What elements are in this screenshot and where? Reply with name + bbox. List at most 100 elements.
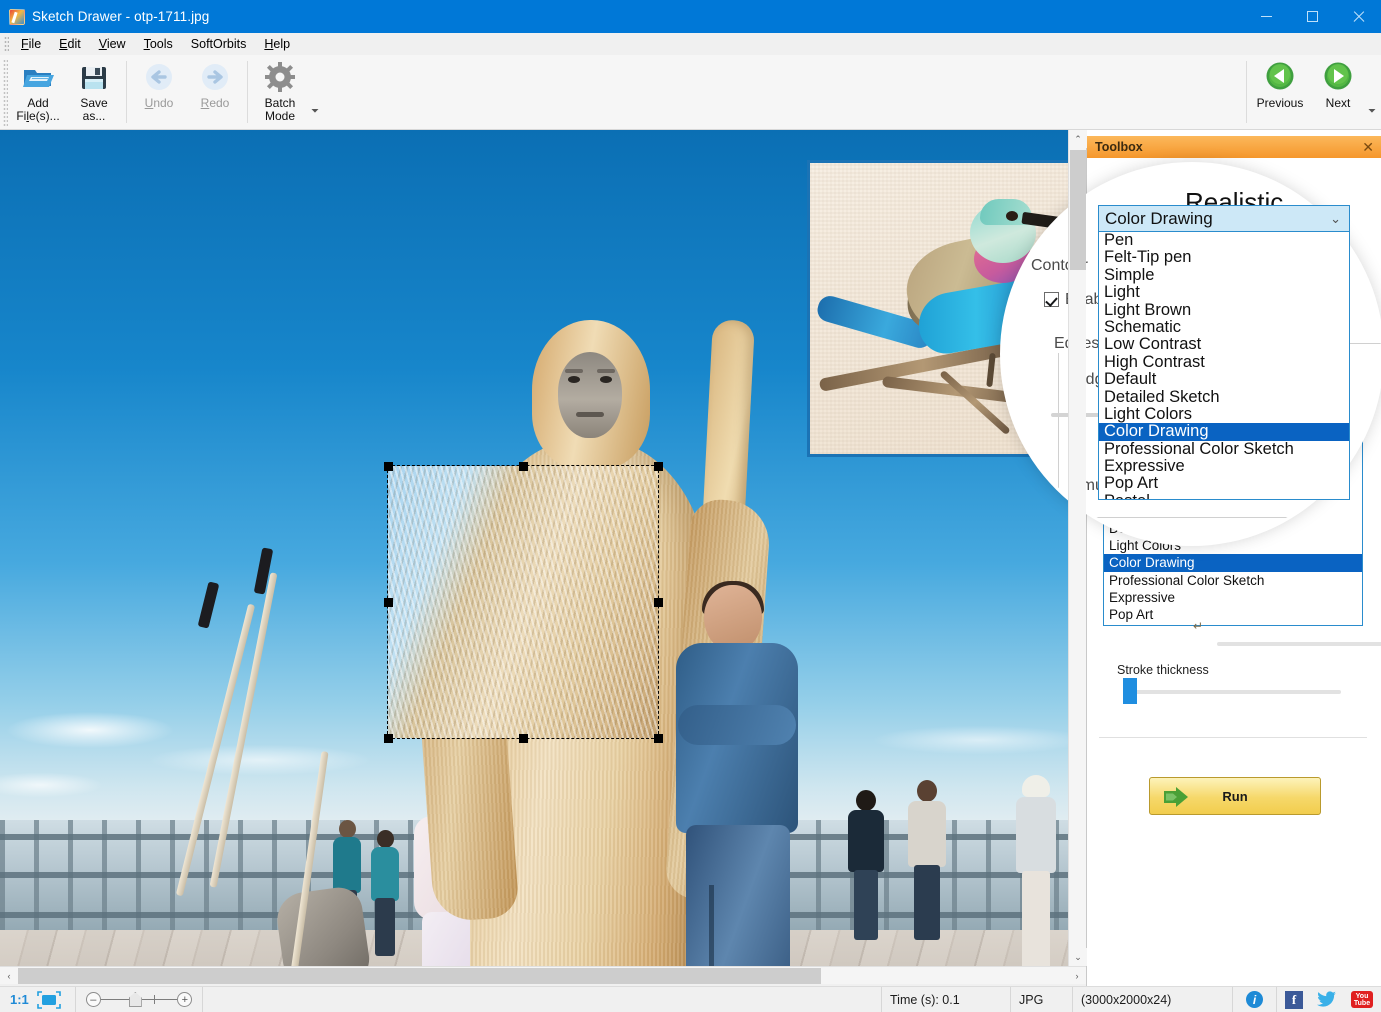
menu-grip[interactable] [4,36,9,52]
toolbar-grip[interactable] [3,59,8,127]
zoom-slider-knob[interactable] [128,992,142,1007]
selection-handle-ne[interactable] [654,462,663,471]
facebook-button[interactable]: f [1277,987,1307,1012]
toolbox-close-icon[interactable]: ✕ [1362,139,1374,156]
preset-option[interactable]: Light Brown [1099,301,1349,319]
preset-option[interactable]: Color Drawing [1099,422,1349,441]
menu-item-file[interactable]: FFileile [12,35,50,53]
face [558,352,622,438]
minimize-button[interactable] [1243,0,1289,33]
stroke-thickness-label: Stroke thickness [1117,663,1209,677]
next-arrow-icon [1321,61,1355,93]
selection-handle-nw[interactable] [384,462,393,471]
canvas-vertical-scrollbar[interactable]: ⌃ ⌄ [1068,130,1087,966]
facebook-icon: f [1285,990,1303,1009]
toolbar-separator-3 [1246,61,1247,123]
toolbar-nav-overflow[interactable]: ⏷ [1367,55,1381,125]
menu-item-edit[interactable]: Edit [50,35,90,53]
preset-option[interactable]: Low Contrast [1099,335,1349,353]
zoom-slider[interactable]: – + [76,986,204,1012]
undo-button[interactable]: Undo [131,55,187,127]
toolbar-overflow-button[interactable]: ⏷ [308,55,322,125]
fit-to-window-button[interactable] [35,986,76,1012]
preset-option[interactable]: Professional Color Sketch [1099,440,1349,458]
canvas-horizontal-scrollbar[interactable]: ‹ › [0,966,1086,984]
preset-option[interactable]: Expressive [1104,589,1362,606]
scroll-left-button[interactable]: ‹ [0,967,18,985]
menu-item-tools[interactable]: Tools [135,35,182,53]
enable-checkbox[interactable] [1044,292,1059,307]
preset-option[interactable]: Light [1099,283,1349,301]
batch-mode-button[interactable]: Batch Mode [252,55,308,127]
torso [333,837,361,893]
youtube-button[interactable]: You Tube [1347,987,1381,1012]
window-controls [1243,0,1381,33]
maximize-button[interactable] [1289,0,1335,33]
run-label: Run [1222,788,1248,804]
preset-option[interactable]: Professional Color Sketch [1104,572,1362,589]
close-button[interactable] [1335,0,1381,33]
preset-option[interactable]: Simple [1099,266,1349,284]
previous-button[interactable]: Previous [1251,55,1309,127]
stroke-thickness-thumb[interactable] [1123,678,1137,704]
legs [854,870,878,940]
save-as-label: Save as... [80,97,107,123]
preset-option[interactable]: Expressive [1099,457,1349,475]
status-bar: 1:1 – + Time (s): 0.1 JPG (3000x2000x24)… [0,986,1381,1012]
batch-mode-label: Batch Mode [265,97,296,123]
scroll-up-button[interactable]: ⌃ [1069,130,1087,148]
preset-option[interactable]: Detailed Sketch [1099,388,1349,406]
preset-option[interactable]: Default [1099,370,1349,388]
redo-button[interactable]: Redo [187,55,243,127]
green-arrow-icon [1164,787,1194,807]
head [704,585,762,651]
preset-option[interactable]: Pop Art [1104,606,1362,623]
magnified-preset-combobox[interactable]: Color Drawing ⌄ [1098,205,1350,232]
selection-handle-se[interactable] [654,734,663,743]
selection-handle-n[interactable] [519,462,528,471]
scroll-down-button[interactable]: ⌄ [1069,948,1087,966]
selection-handle-sw[interactable] [384,734,393,743]
menu-item-help[interactable]: Help [255,35,299,53]
preset-option[interactable]: High Contrast [1099,353,1349,371]
info-button[interactable]: i [1233,986,1277,1012]
selection-rectangle[interactable] [387,465,659,739]
add-files-label-1: Add [27,96,49,110]
selection-handle-s[interactable] [519,734,528,743]
preset-option[interactable]: Schematic [1099,318,1349,336]
horizontal-scroll-thumb[interactable] [18,968,821,984]
scroll-right-button[interactable]: › [1068,967,1086,985]
selection-handle-e[interactable] [654,598,663,607]
jeans-seam [709,885,714,966]
processing-time: Time (s): 0.1 [881,986,1011,1012]
preset-option[interactable]: Light Colors [1099,405,1349,423]
slider-track-detail[interactable] [1217,642,1381,646]
preset-option[interactable]: Pastel [1099,492,1349,499]
save-as-label-2: as... [82,109,106,123]
add-files-label: Add File(s)... [16,97,59,123]
preset-option[interactable]: Color Drawing [1104,554,1362,572]
run-button[interactable]: Run [1149,777,1321,815]
torso [908,801,946,867]
save-as-button[interactable]: Save as... [66,55,122,127]
toolbox-divider [1099,737,1367,738]
mouth [576,412,604,417]
menu-item-view[interactable]: View [90,35,135,53]
preset-option[interactable]: Pop Art [1099,475,1349,493]
vertical-scroll-thumb[interactable] [1070,150,1086,270]
previous-label: Previous [1256,96,1304,110]
image-format: JPG [1011,986,1073,1012]
stroke-thickness-track[interactable] [1131,690,1341,694]
zoom-in-button[interactable]: + [177,992,193,1007]
menu-item-softorbits[interactable]: SoftOrbits [182,35,256,53]
preset-option[interactable]: Felt-Tip pen [1099,248,1349,266]
magnified-preset-list[interactable]: Pen Felt-Tip pen Simple Light Light Brown Sch… [1098,232,1350,500]
youtube-line-2: Tube [1353,999,1371,1007]
add-files-button[interactable]: Add File(s)... [10,55,66,127]
twitter-button[interactable] [1307,987,1347,1012]
preset-option[interactable]: Pastel [1104,624,1362,626]
zoom-out-button[interactable]: – [85,992,101,1007]
selection-handle-w[interactable] [384,598,393,607]
preset-option[interactable]: Pen [1099,232,1349,249]
next-button[interactable]: Next [1309,55,1367,127]
